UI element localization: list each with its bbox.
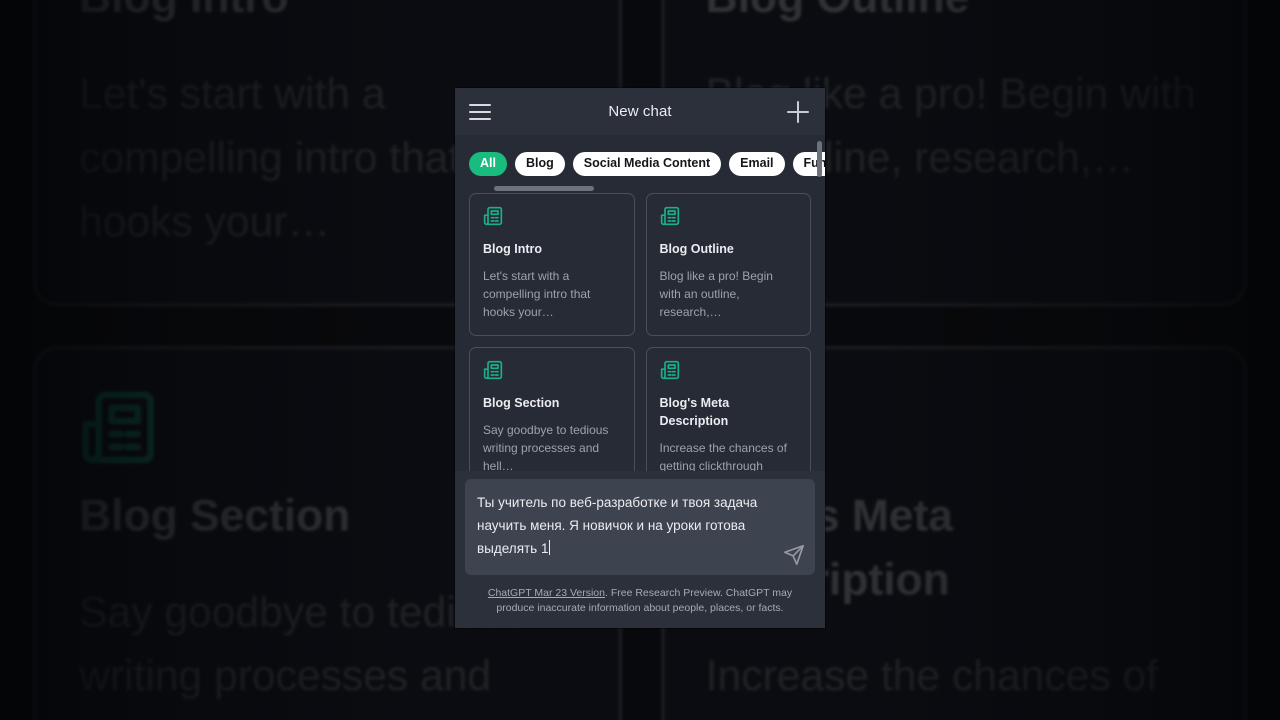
version-link[interactable]: ChatGPT Mar 23 Version [488, 587, 605, 599]
screen-root: Blog Intro Let's start with a compelling… [0, 0, 1280, 720]
newspaper-icon [660, 206, 798, 231]
disclaimer-footer: ChatGPT Mar 23 Version. Free Research Pr… [455, 574, 825, 628]
text-cursor [549, 540, 551, 556]
plus-icon[interactable] [785, 99, 811, 125]
prompt-card-blogs-meta-description[interactable]: Blog's Meta Description Increase the cha… [645, 346, 811, 471]
filter-chip-all[interactable]: All [469, 152, 507, 176]
message-input[interactable]: Ты учитель по веб-разработке и твоя зада… [465, 478, 815, 575]
prompt-card-blog-section[interactable]: Blog Section Say goodbye to tedious writ… [469, 346, 635, 471]
page-title: New chat [608, 103, 672, 120]
prompt-card-blog-intro[interactable]: Blog Intro Let's start with a compelling… [469, 192, 635, 336]
filter-chip-list[interactable]: All Blog Social Media Content Email Fun [469, 152, 825, 176]
prompt-card-title: Blog's Meta Description [659, 395, 730, 428]
prompt-card-blog-outline[interactable]: Blog Outline Blog like a pro! Begin with… [645, 192, 811, 336]
prompt-card-description: Increase the chances of getting clickthr… [659, 440, 787, 471]
newspaper-icon [483, 206, 621, 231]
newspaper-icon [79, 392, 157, 481]
card-title: Blog Intro [79, 0, 574, 30]
filter-chip-blog[interactable]: Blog [514, 152, 565, 176]
prompt-card-title: Blog Section [483, 395, 560, 410]
prompt-library-panel: All Blog Social Media Content Email Fun … [455, 135, 825, 471]
prompt-cards-grid: Blog Intro Let's start with a compelling… [455, 176, 825, 471]
hamburger-menu-icon[interactable] [469, 99, 495, 125]
chips-horizontal-scrollbar[interactable] [494, 186, 594, 191]
prompt-card-description: Blog like a pro! Begin with an outline, … [659, 268, 773, 319]
prompt-card-title: Blog Outline [659, 241, 734, 256]
panel-vertical-scrollbar[interactable] [817, 141, 822, 177]
filter-chip-social-media-content[interactable]: Social Media Content [572, 152, 722, 176]
filter-chip-bar: All Blog Social Media Content Email Fun [455, 135, 825, 191]
card-description: Increase the chances of getting clickthr… [705, 652, 1159, 720]
composer-zone: Ты учитель по веб-разработке и твоя зада… [455, 470, 825, 575]
app-top-bar: New chat [455, 88, 825, 135]
prompt-card-title: Blog Intro [483, 241, 543, 256]
prompt-card-description: Let's start with a compelling intro that… [483, 268, 591, 319]
newspaper-icon [660, 360, 798, 385]
prompt-card-description: Say goodbye to tedious writing processes… [483, 422, 609, 471]
newspaper-icon [483, 360, 621, 385]
message-input-value: Ты учитель по веб-разработке и твоя зада… [477, 494, 758, 557]
send-paper-plane-icon[interactable] [783, 544, 805, 566]
filter-chip-email[interactable]: Email [729, 152, 785, 176]
chat-app-window: New chat All Blog Social Media Content E… [455, 88, 825, 628]
card-title: Blog Outline [706, 0, 1201, 30]
